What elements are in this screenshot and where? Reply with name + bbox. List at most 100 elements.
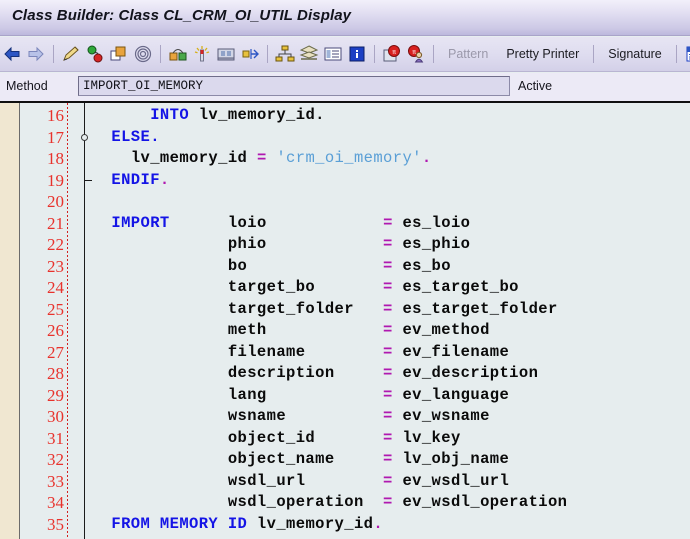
code-token-id: lv_memory_id [130,149,248,167]
code-line[interactable]: IMPORT loio = es_loio [92,213,470,235]
code-token-id: ev_wsdl_operation [392,493,568,511]
line-number: 21 [47,213,64,233]
fold-circle-marker[interactable] [80,133,88,141]
activate-icon[interactable] [84,41,106,67]
code-token-op: = [383,342,393,361]
line-number: 17 [47,127,64,147]
code-line[interactable]: bo = es_bo [92,256,451,278]
code-line[interactable]: ENDIF. [92,170,170,192]
class-builder-window: Class Builder: Class CL_CRM_OI_UTIL Disp… [0,0,690,539]
code-token-op: = [383,407,393,425]
code-token-op: = [383,471,393,490]
code-token-id [92,515,111,533]
copy-object-icon[interactable] [108,41,130,67]
code-line[interactable]: target_bo = es_target_bo [92,277,519,299]
where-used-icon[interactable] [132,41,154,67]
user-breakpoint-icon[interactable]: π [405,41,427,67]
class-hierarchy-icon[interactable] [274,41,296,67]
toolbar-separator [267,45,268,63]
code-token-id [92,149,131,167]
info-icon[interactable] [346,41,368,67]
line-number: 23 [47,256,64,276]
code-text-area[interactable]: INTO lv_memory_id. ELSE. lv_memory_id = … [92,103,690,539]
code-fold-gutter[interactable] [68,103,92,539]
code-token-id: es_target_bo [392,278,519,296]
code-line[interactable]: INTO lv_memory_id. [92,105,325,127]
line-number: 30 [47,407,64,426]
line-number: 29 [47,385,64,405]
code-token-id: loio [169,213,384,232]
code-line[interactable]: object_name = lv_obj_name [92,449,509,471]
main-toolbar: π π Pattern Pretty Printer Signature [0,37,690,72]
code-line[interactable]: lang = ev_language [92,385,509,407]
code-token-id: ev_filename [392,342,510,361]
svg-text:π: π [392,49,396,56]
code-token-op: = [383,278,393,296]
code-token-pun: . [159,170,170,189]
code-line[interactable]: wsname = ev_wsname [92,406,490,428]
toolbar-separator [593,45,595,63]
code-line[interactable]: meth = ev_method [92,320,490,342]
code-line[interactable]: wsdl_url = ev_wsdl_url [92,471,509,493]
new-object-icon[interactable] [191,41,213,67]
code-line[interactable]: filename = ev_filename [92,342,509,364]
line-number: 25 [47,299,64,319]
toolbar-separator [374,45,375,63]
stack-icon[interactable] [298,41,320,67]
code-token-id: object_id [92,428,384,447]
pretty-printer-button[interactable]: Pretty Printer [498,41,587,67]
breakpoint-icon[interactable]: π [381,41,403,67]
code-token-id: ev_description [392,364,539,382]
check-syntax-icon[interactable] [60,41,82,67]
code-token-id: es_loio [392,213,471,232]
code-token-op: = [383,450,393,468]
forward-arrow-icon[interactable] [25,41,47,67]
code-line[interactable]: FROM MEMORY ID lv_memory_id. [92,514,383,536]
print-icon[interactable] [215,41,237,67]
navigate-icon[interactable] [239,41,261,67]
line-number: 20 [47,192,64,211]
code-token-id [92,128,111,146]
code-line[interactable]: object_id = lv_key [92,428,461,450]
line-number: 28 [47,364,64,383]
toolbar-separator [433,45,434,63]
code-line[interactable]: target_folder = es_target_folder [92,299,558,321]
code-token-id: meth [92,321,384,339]
line-number: 16 [47,106,64,125]
code-token-id: wsdl_operation [92,493,374,511]
code-token-id: description [92,364,384,382]
code-token-id: target_folder [92,299,384,318]
code-token-id [267,149,277,167]
code-token-id [189,106,199,124]
toolbar-separator [675,45,677,63]
code-editor[interactable]: 16 17 18 19 20 21 22 23 24 25 26 27 28 29 30 31 32 33 34 35… [0,101,690,539]
code-line[interactable]: ELSE. [92,127,160,149]
back-arrow-icon[interactable] [1,41,23,67]
code-token-id: lang [92,385,384,404]
code-token-op: = [383,428,393,447]
code-token-id: phio [92,235,384,253]
code-token-id [247,149,257,167]
code-token-kw: ELSE [111,127,151,146]
code-token-id [92,171,111,189]
line-number: 31 [47,428,64,448]
display-change-icon[interactable] [167,41,189,67]
code-line[interactable]: lv_memory_id = 'crm_oi_memory'. [92,148,432,170]
method-label: Method [6,79,48,93]
line-number: 18 [47,149,64,168]
signature-button[interactable]: Signature [600,41,670,67]
code-token-pun: . [421,149,432,167]
code-token-id: ev_method [392,321,490,339]
code-token-kw: FROM MEMORY ID [111,514,248,533]
documentation-icon[interactable] [683,41,690,67]
code-token-op: = [383,364,393,382]
list-icon[interactable] [322,41,344,67]
code-line[interactable]: description = ev_description [92,363,538,385]
code-line[interactable]: phio = es_phio [92,234,470,256]
line-number: 26 [47,321,64,340]
fold-end-marker[interactable] [84,179,92,181]
method-input[interactable]: IMPORT_OI_MEMORY [78,76,510,96]
code-token-id: object_name [92,450,384,468]
code-token-id: es_phio [392,235,471,253]
code-line[interactable]: wsdl_operation = ev_wsdl_operation [92,492,567,514]
